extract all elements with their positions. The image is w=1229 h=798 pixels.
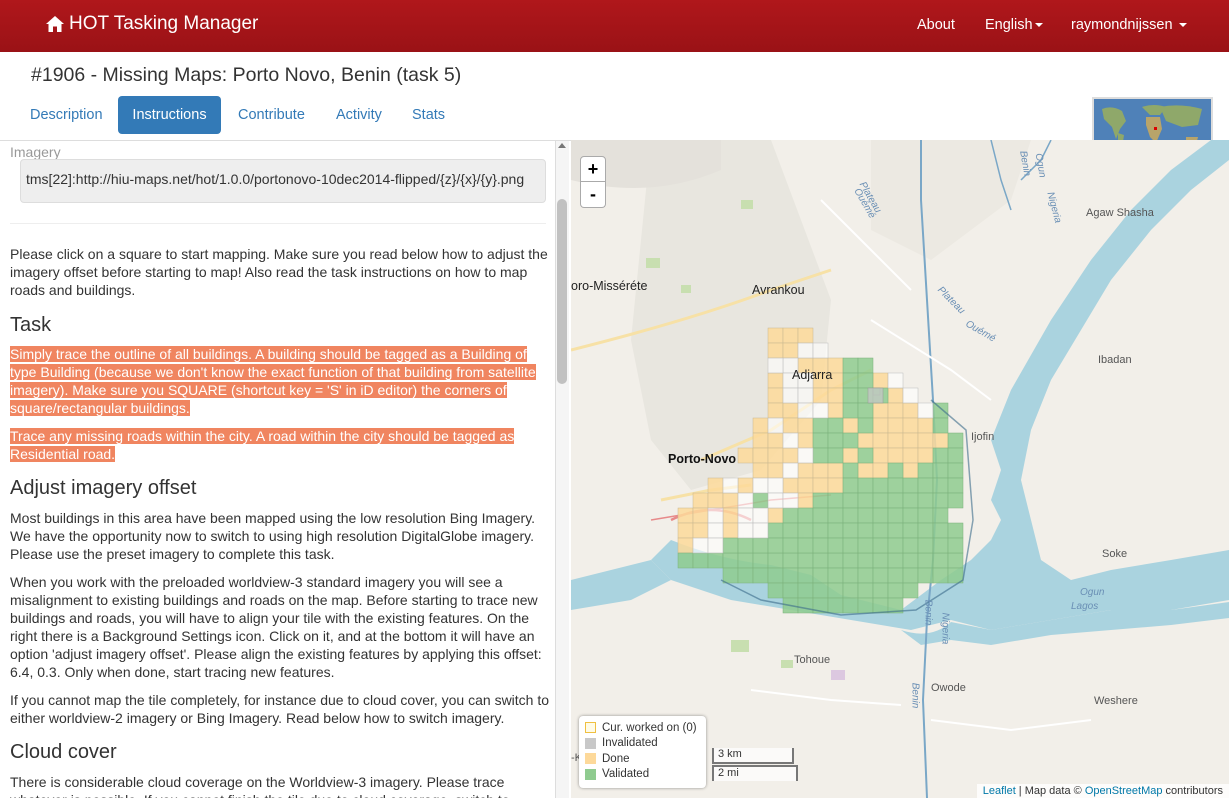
legend-label: Invalidated xyxy=(602,737,658,750)
task-heading: Task xyxy=(10,314,52,336)
offset-paragraph-1: Most buildings in this area have been ma… xyxy=(10,510,536,562)
map-label-soke: Soke xyxy=(1102,548,1128,560)
map-label-adjarra: Adjarra xyxy=(792,368,833,382)
page-title: #1906 - Missing Maps: Porto Novo, Benin … xyxy=(31,64,462,86)
map-label-weshere: Weshere xyxy=(1094,695,1138,707)
scale-mi: 2 mi xyxy=(712,765,798,781)
highlight-line: Residential road. xyxy=(10,446,116,462)
legend-swatch xyxy=(585,737,596,749)
map-label-porto-novo: Porto-Novo xyxy=(668,452,737,466)
about-label: About xyxy=(917,17,955,33)
tab-contribute[interactable]: Contribute xyxy=(226,96,317,134)
legend-item: Done xyxy=(585,751,700,767)
map-label-avrankou: Avrankou xyxy=(752,283,805,297)
legend-item: Invalidated xyxy=(585,736,700,752)
caret-down-icon xyxy=(1178,23,1187,28)
leaflet-link[interactable]: Leaflet xyxy=(983,785,1016,797)
legend-swatch xyxy=(585,768,596,780)
task-paragraph-1: Simply trace the outline of all building… xyxy=(10,345,551,417)
caret-down-icon xyxy=(1034,23,1043,28)
map-label-tohoue: Tohoue xyxy=(794,654,831,666)
highlight-line: square/rectangular buildings. xyxy=(10,400,190,416)
divider xyxy=(10,223,546,224)
legend-label: Validated xyxy=(602,768,650,781)
cloud-heading: Cloud cover xyxy=(10,741,117,763)
map-label-owode: Owode xyxy=(931,682,966,694)
zoom-out-button[interactable]: - xyxy=(580,182,606,208)
map-label-benin-2: Benin xyxy=(922,599,934,626)
intro-text: Please click on a square to start mappin… xyxy=(10,246,548,298)
tab-instructions[interactable]: Instructions xyxy=(118,96,221,134)
map-label-misserete: oro-Misséréte xyxy=(571,279,648,293)
highlight-line: Trace any missing roads within the city.… xyxy=(10,428,515,444)
legend-swatch xyxy=(585,753,596,765)
map-attribution: Leaflet | Map data © OpenStreetMap contr… xyxy=(976,784,1229,798)
legend-swatch xyxy=(585,722,596,734)
tab-stats[interactable]: Stats xyxy=(400,96,457,134)
imagery-url-box[interactable]: tms[22]:http://hiu-maps.net/hot/1.0.0/po… xyxy=(20,159,546,203)
attribution-text: | Map data © xyxy=(1015,785,1085,797)
user-label: raymondnijssen xyxy=(1071,17,1173,33)
legend-label: Cur. worked on (0) xyxy=(602,721,697,734)
language-dropdown[interactable]: English xyxy=(985,17,1043,33)
map-label-ogun-3: Ogun xyxy=(1080,587,1105,598)
home-icon xyxy=(46,16,64,32)
offset-paragraph-3: If you cannot map the tile completely, f… xyxy=(10,692,550,726)
zoom-in-button[interactable]: + xyxy=(580,156,606,182)
offset-paragraph-2: When you work with the preloaded worldvi… xyxy=(10,574,542,680)
map-legend: Cur. worked on (0) Invalidated Done Vali… xyxy=(579,716,706,788)
legend-item: Cur. worked on (0) xyxy=(585,720,700,736)
tab-activity[interactable]: Activity xyxy=(324,96,394,134)
instructions-panel[interactable]: Imagery tms[22]:http://hiu-maps.net/hot/… xyxy=(0,140,571,798)
brand-link[interactable]: HOT Tasking Manager xyxy=(45,13,258,35)
map-label-ibadan: Ibadan xyxy=(1098,354,1132,366)
highlight-line: imagery). Make sure you SQUARE (shortcut… xyxy=(10,382,507,398)
scale-km: 3 km xyxy=(712,748,794,764)
tab-description[interactable]: Description xyxy=(18,96,115,134)
top-navbar: HOT Tasking Manager About English raymon… xyxy=(0,0,1229,52)
map-label-ijofin: Ijofin xyxy=(971,431,995,443)
attribution-end-text: contributors xyxy=(1162,785,1223,797)
highlight-line: type Building (because we don't know the… xyxy=(10,364,536,380)
legend-item: Validated xyxy=(585,767,700,783)
offset-heading: Adjust imagery offset xyxy=(10,477,197,499)
scrollbar-thumb[interactable] xyxy=(557,199,567,384)
scroll-up-icon[interactable] xyxy=(558,143,566,148)
map-label-agaw-shasha: Agaw Shasha xyxy=(1086,207,1154,219)
user-dropdown[interactable]: raymondnijssen xyxy=(1071,17,1187,33)
map-label-nigeria-2: Nigeria xyxy=(939,612,951,645)
map-label-lagos: Lagos xyxy=(1071,601,1099,612)
language-label: English xyxy=(985,17,1033,33)
task-map[interactable]: + - Porto-Novo Avrankou Adjarra Agaw Sha… xyxy=(571,140,1229,798)
task-paragraph-2: Trace any missing roads within the city.… xyxy=(10,427,551,463)
osm-link[interactable]: OpenStreetMap xyxy=(1085,785,1163,797)
brand-label: HOT Tasking Manager xyxy=(69,13,259,34)
imagery-label: Imagery xyxy=(10,144,61,160)
legend-label: Done xyxy=(602,752,630,765)
map-label-benin-3: Benin xyxy=(909,682,921,709)
highlight-line: Simply trace the outline of all building… xyxy=(10,346,527,362)
about-link[interactable]: About xyxy=(917,17,955,33)
cloud-paragraph-1: There is considerable cloud coverage on … xyxy=(10,774,510,798)
